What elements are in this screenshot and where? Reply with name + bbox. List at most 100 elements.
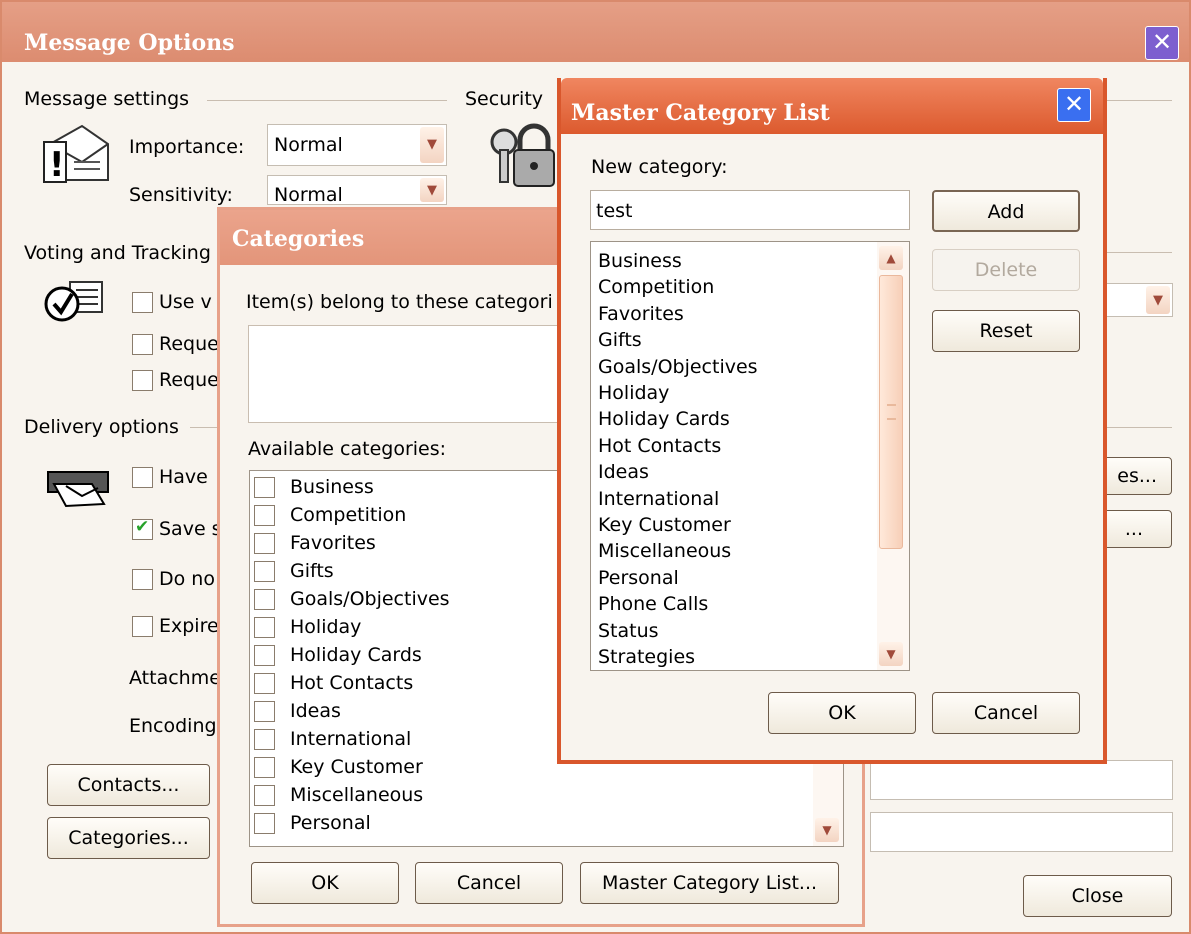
voting-checkbox-3[interactable] bbox=[132, 370, 153, 391]
category-label: Business bbox=[290, 476, 374, 498]
right-button-2[interactable]: ... bbox=[1100, 510, 1172, 548]
master-category-list-button[interactable]: Master Category List... bbox=[580, 862, 839, 904]
category-label: Key Customer bbox=[290, 756, 423, 778]
save-sent-checkbox[interactable] bbox=[132, 517, 153, 540]
add-button[interactable]: Add bbox=[932, 190, 1080, 232]
master-category-list[interactable]: Business Competition Favorites Gifts Goa… bbox=[590, 241, 910, 671]
delivery-checkbox-4[interactable] bbox=[132, 616, 153, 637]
new-category-value: test bbox=[596, 200, 633, 222]
categories-cancel-button[interactable]: Cancel bbox=[415, 862, 563, 904]
master-category-titlebar[interactable]: Master Category List ✕ bbox=[561, 78, 1103, 134]
master-cancel-button[interactable]: Cancel bbox=[932, 692, 1080, 734]
voting-checkmark-icon bbox=[44, 278, 106, 329]
list-item[interactable]: Ideas bbox=[598, 459, 758, 485]
scroll-down-icon[interactable]: ▼ bbox=[879, 642, 903, 666]
delivery-checkbox-3[interactable] bbox=[132, 569, 153, 590]
voting-item-3: Reque bbox=[159, 369, 219, 391]
list-item[interactable]: Status bbox=[598, 618, 758, 644]
close-button[interactable]: Close bbox=[1023, 875, 1172, 917]
categories-button[interactable]: Categories... bbox=[47, 817, 210, 859]
master-scrollbar[interactable]: ▲ ▼ bbox=[877, 242, 909, 670]
category-label: Ideas bbox=[290, 700, 341, 722]
right-select[interactable]: ▼ bbox=[1105, 283, 1173, 317]
section-message-settings: Message settings bbox=[24, 88, 190, 110]
delivery-item-3: Do no bbox=[159, 568, 215, 590]
category-label: Competition bbox=[290, 504, 407, 526]
categories-ok-button[interactable]: OK bbox=[251, 862, 399, 904]
category-checkbox[interactable] bbox=[254, 561, 275, 582]
list-item[interactable]: International bbox=[598, 486, 758, 512]
list-item[interactable]: Strategies bbox=[598, 644, 758, 670]
divider bbox=[190, 427, 220, 428]
section-voting: Voting and Tracking bbox=[24, 242, 211, 264]
voting-item-2: Reque bbox=[159, 333, 219, 355]
importance-value: Normal bbox=[274, 134, 343, 156]
list-item[interactable]: Miscellaneous bbox=[598, 538, 758, 564]
message-options-titlebar[interactable]: Message Options ✕ bbox=[2, 2, 1189, 62]
delivery-checkbox-1[interactable] bbox=[132, 467, 153, 488]
list-item[interactable]: Holiday Cards bbox=[598, 406, 758, 432]
category-checkbox[interactable] bbox=[254, 645, 275, 666]
voting-item-1: Use v bbox=[159, 291, 212, 313]
category-checkbox[interactable] bbox=[254, 533, 275, 554]
category-label: Favorites bbox=[290, 532, 376, 554]
list-item[interactable]: Holiday bbox=[598, 380, 758, 406]
category-checkbox[interactable] bbox=[254, 701, 275, 722]
category-checkbox[interactable] bbox=[254, 785, 275, 806]
category-checkbox[interactable] bbox=[254, 589, 275, 610]
chevron-down-icon[interactable]: ▼ bbox=[420, 178, 444, 202]
contacts-button[interactable]: Contacts... bbox=[47, 764, 210, 806]
category-label: Goals/Objectives bbox=[290, 588, 450, 610]
reset-button-label: Reset bbox=[979, 320, 1033, 342]
category-checkbox[interactable] bbox=[254, 673, 275, 694]
list-item[interactable]: Favorites bbox=[598, 301, 758, 327]
category-label: Holiday Cards bbox=[290, 644, 422, 666]
sensitivity-value: Normal bbox=[274, 184, 343, 206]
delivery-item-4: Expire bbox=[159, 615, 219, 637]
new-category-input[interactable]: test bbox=[590, 190, 910, 230]
category-checkbox[interactable] bbox=[254, 729, 275, 750]
category-checkbox[interactable] bbox=[254, 505, 275, 526]
right-button-1[interactable]: es... bbox=[1100, 457, 1172, 495]
field-2[interactable] bbox=[870, 812, 1173, 852]
delete-button[interactable]: Delete bbox=[932, 249, 1080, 291]
chevron-down-icon[interactable]: ▼ bbox=[420, 127, 444, 163]
right-button-2-label: ... bbox=[1124, 518, 1143, 540]
importance-label: Importance: bbox=[129, 136, 245, 158]
category-label: Miscellaneous bbox=[290, 784, 424, 806]
category-checkbox[interactable] bbox=[254, 477, 275, 498]
chevron-down-icon[interactable]: ▼ bbox=[1146, 286, 1170, 314]
master-close-icon[interactable]: ✕ bbox=[1057, 88, 1091, 122]
sensitivity-select[interactable]: Normal ▼ bbox=[267, 175, 447, 206]
master-category-list-button-label: Master Category List... bbox=[601, 872, 818, 894]
list-item[interactable]: Goals/Objectives bbox=[598, 354, 758, 380]
scroll-thumb[interactable] bbox=[879, 275, 903, 549]
list-item[interactable]: Competition bbox=[598, 274, 758, 300]
available-label: Available categories: bbox=[248, 438, 447, 460]
category-label: Holiday bbox=[290, 616, 362, 638]
list-item[interactable]: Personal bbox=[598, 565, 758, 591]
list-item[interactable]: Gifts bbox=[598, 327, 758, 353]
list-item[interactable]: Business bbox=[598, 248, 758, 274]
divider bbox=[1102, 100, 1172, 101]
importance-select[interactable]: Normal ▼ bbox=[267, 124, 447, 166]
attachment-label: Attachme bbox=[129, 667, 221, 689]
scroll-down-icon[interactable]: ▼ bbox=[815, 818, 839, 842]
divider bbox=[1102, 252, 1172, 253]
list-item[interactable]: Key Customer bbox=[598, 512, 758, 538]
reset-button[interactable]: Reset bbox=[932, 310, 1080, 352]
list-item[interactable]: Hot Contacts bbox=[598, 433, 758, 459]
category-checkbox[interactable] bbox=[254, 617, 275, 638]
field-1[interactable] bbox=[870, 760, 1173, 800]
sensitivity-label: Sensitivity: bbox=[129, 184, 233, 206]
message-options-close-icon[interactable]: ✕ bbox=[1145, 26, 1179, 60]
master-ok-button[interactable]: OK bbox=[768, 692, 916, 734]
list-item[interactable]: Phone Calls bbox=[598, 591, 758, 617]
voting-checkbox-2[interactable] bbox=[132, 334, 153, 355]
new-category-label: New category: bbox=[591, 156, 728, 178]
voting-checkbox-1[interactable] bbox=[132, 292, 153, 313]
category-checkbox[interactable] bbox=[254, 757, 275, 778]
importance-envelope-icon: ! bbox=[42, 122, 112, 193]
category-checkbox[interactable] bbox=[254, 813, 275, 834]
scroll-up-icon[interactable]: ▲ bbox=[879, 246, 903, 270]
